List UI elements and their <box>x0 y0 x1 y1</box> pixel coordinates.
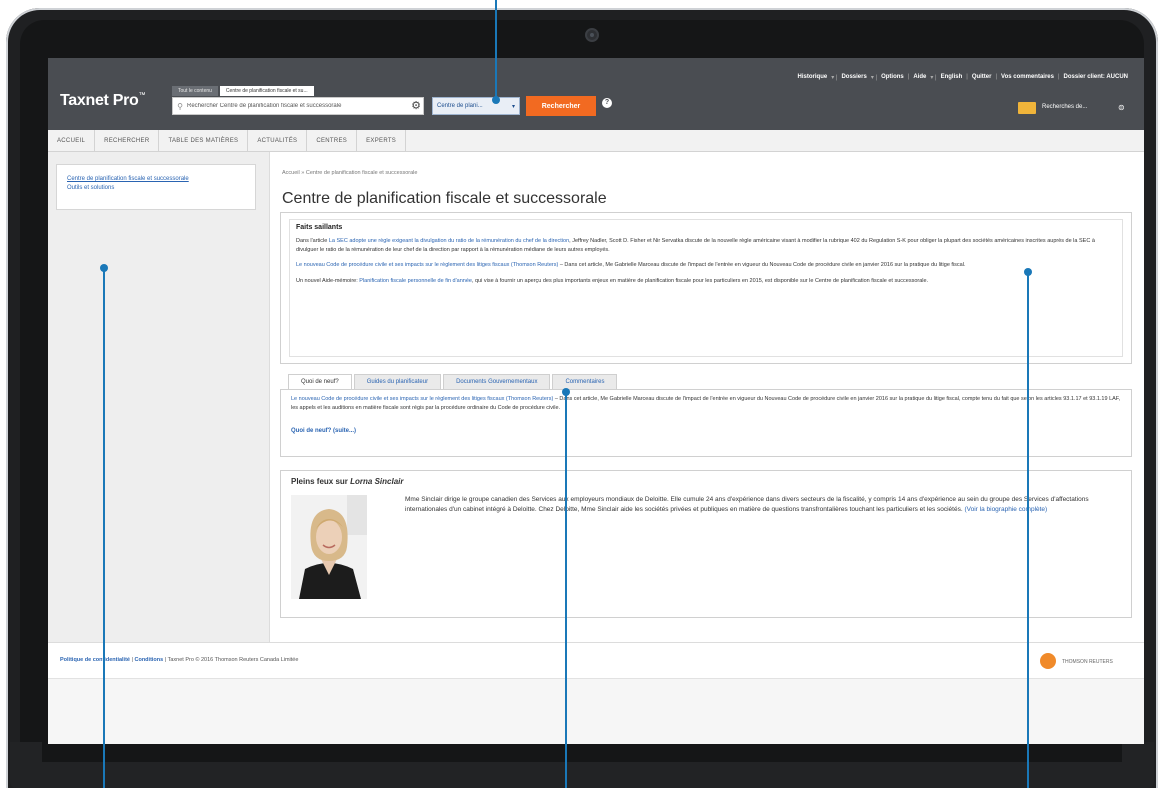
privacy-link[interactable]: Politique de confidentialité <box>60 657 130 663</box>
help-icon[interactable]: ? <box>602 98 612 108</box>
search-placeholder: Rechercher Centre de planification fisca… <box>187 103 342 109</box>
topnav-english[interactable]: English <box>937 74 967 81</box>
top-nav: Historique ▾ | Dossiers ▾ | Options | Aide ▾… <box>794 74 1132 81</box>
page-bottom-area <box>48 678 1144 744</box>
tab-commentaires[interactable]: Commentaires <box>552 374 618 390</box>
copyright: Taxnet Pro © 2016 Thomson Reuters Canada… <box>167 657 299 663</box>
breadcrumb[interactable]: Accueil » Centre de planification fiscal… <box>282 170 417 176</box>
spotlight-title: Pleins feux sur Lorna Sinclair <box>291 477 1121 486</box>
highlight-link-code[interactable]: Le nouveau Code de procédure civile et s… <box>296 262 558 268</box>
highlight-link-planification[interactable]: Planification fiscale personnelle de fin… <box>359 278 472 284</box>
callout-dot-sidebar <box>100 264 108 272</box>
highlight-text: , qui vise à fournir un aperçu des plus … <box>471 277 929 284</box>
search-icon: ⚲ <box>177 101 183 111</box>
sidebar-box: Centre de planification fiscale et succe… <box>56 164 256 210</box>
callout-line-sidebar <box>103 268 105 788</box>
app-header: Taxnet Pro™ Tout le contenu Centre de pl… <box>48 58 1144 130</box>
highlight-text: Dans l'article <box>296 238 329 244</box>
thomson-reuters-label: THOMSON REUTERS <box>1062 659 1113 665</box>
sidebar: Centre de planification fiscale et succe… <box>48 152 270 642</box>
callout-line-search <box>495 0 497 100</box>
tab-quoi-de-neuf[interactable]: Quoi de neuf? <box>288 374 352 390</box>
sidebar-item-outils[interactable]: Outils et solutions <box>67 184 245 193</box>
nav-accueil[interactable]: ACCUEIL <box>48 130 96 151</box>
nav-experts[interactable]: EXPERTS <box>357 130 407 151</box>
search-input[interactable]: ⚲ Rechercher Centre de planification fis… <box>172 97 424 115</box>
callout-dot-highlights <box>1024 268 1032 276</box>
spotlight-title-name: Lorna Sinclair <box>350 477 404 486</box>
search-button[interactable]: Rechercher <box>526 96 596 116</box>
scope-select-value: Centre de plani... <box>437 103 483 109</box>
topnav-dossier-client[interactable]: Dossier client: AUCUN <box>1060 74 1132 81</box>
scope-tab-all[interactable]: Tout le contenu <box>172 86 218 96</box>
callout-dot-tabs <box>562 388 570 396</box>
nav-centres[interactable]: CENTRES <box>307 130 358 151</box>
nav-rechercher[interactable]: RECHERCHER <box>95 130 160 151</box>
highlights-panel: Faits saillants Dans l'article La SEC ad… <box>280 212 1132 364</box>
spotlight-panel: Pleins feux sur Lorna Sinclair Mme Sincl… <box>280 470 1132 618</box>
highlight-text: – Dans cet article, Me Gabrielle Marceau… <box>558 262 966 268</box>
highlight-text: Un nouvel Aide-mémoire: <box>296 277 360 284</box>
laptop-base-strip <box>42 742 1122 762</box>
folder-icon[interactable] <box>1018 102 1036 114</box>
gear-icon[interactable]: ⚙ <box>409 97 423 115</box>
main-content: Accueil » Centre de planification fiscal… <box>280 152 1136 642</box>
highlight-link-sec[interactable]: La SEC adopte une règle exigeant la divu… <box>329 238 569 244</box>
tabs-area: Quoi de neuf? Guides du planificateur Do… <box>280 374 1132 458</box>
spotlight-title-pre: Pleins feux sur <box>291 477 351 486</box>
footer-text: Politique de confidentialité | Condition… <box>60 657 298 663</box>
topnav-dossiers[interactable]: Dossiers <box>837 74 870 81</box>
topnav-commentaires[interactable]: Vos commentaires <box>997 74 1058 81</box>
callout-line-highlights <box>1027 272 1029 788</box>
page-title: Centre de planification fiscale et succe… <box>282 190 607 207</box>
topnav-historique[interactable]: Historique <box>794 74 832 81</box>
scope-tab-centre[interactable]: Centre de planification fiscale et su... <box>219 86 314 96</box>
highlights-title: Faits saillants <box>296 224 343 231</box>
spotlight-text: Mme Sinclair dirige le groupe canadien d… <box>405 495 1117 514</box>
topnav-aide[interactable]: Aide <box>909 74 930 81</box>
folder-label[interactable]: Recherches de... <box>1042 104 1087 110</box>
highlight-paragraph: Dans l'article La SEC adopte une règle e… <box>296 237 1116 254</box>
conditions-link[interactable]: Conditions <box>134 657 163 663</box>
chevron-down-icon: ▾ <box>511 103 515 110</box>
camera-icon <box>585 28 599 42</box>
highlight-paragraph: Le nouveau Code de procédure civile et s… <box>296 261 1116 270</box>
portrait-image <box>291 495 367 599</box>
panel-toggle-icon[interactable]: ⊜ <box>1118 103 1125 112</box>
screen: Taxnet Pro™ Tout le contenu Centre de pl… <box>48 58 1144 744</box>
highlights-inner: Faits saillants Dans l'article La SEC ad… <box>289 219 1123 357</box>
tab-documents[interactable]: Documents Gouvernementaux <box>443 374 551 390</box>
sidebar-item-centre[interactable]: Centre de planification fiscale et succe… <box>67 175 245 184</box>
topnav-options[interactable]: Options <box>877 74 908 81</box>
nav-table-des-matieres[interactable]: TABLE DES MATIÈRES <box>159 130 249 151</box>
topnav-quitter[interactable]: Quitter <box>968 74 996 81</box>
tab-body-paragraph: Le nouveau Code de procédure civile et s… <box>291 395 1121 412</box>
search-scope-tabs: Tout le contenu Centre de planification … <box>172 86 314 96</box>
scope-select[interactable]: Centre de plani... ▾ <box>432 97 520 115</box>
highlight-paragraph: Un nouvel Aide-mémoire: Planification fi… <box>296 277 1116 286</box>
portrait-svg <box>291 495 367 599</box>
thomson-reuters-logo-icon[interactable] <box>1040 653 1056 669</box>
logo-text: Taxnet Pro <box>60 92 139 109</box>
tab-body-link[interactable]: Le nouveau Code de procédure civile et s… <box>291 396 553 402</box>
taxnet-logo[interactable]: Taxnet Pro™ <box>60 92 146 110</box>
nav-actualites[interactable]: ACTUALITÉS <box>248 130 308 151</box>
more-link[interactable]: Quoi de neuf? (suite...) <box>291 428 356 434</box>
logo-tm: ™ <box>138 92 146 99</box>
main-nav: ACCUEIL RECHERCHER TABLE DES MATIÈRES AC… <box>48 130 1144 152</box>
footer: Politique de confidentialité | Condition… <box>48 642 1144 678</box>
tab-body: Le nouveau Code de procédure civile et s… <box>280 389 1132 457</box>
stage: Taxnet Pro™ Tout le contenu Centre de pl… <box>0 0 1164 788</box>
callout-dot-search <box>492 96 500 104</box>
biography-link[interactable]: (Voir la biographie complète) <box>964 506 1047 513</box>
tab-guides[interactable]: Guides du planificateur <box>353 374 442 390</box>
callout-line-tabs <box>565 392 567 788</box>
